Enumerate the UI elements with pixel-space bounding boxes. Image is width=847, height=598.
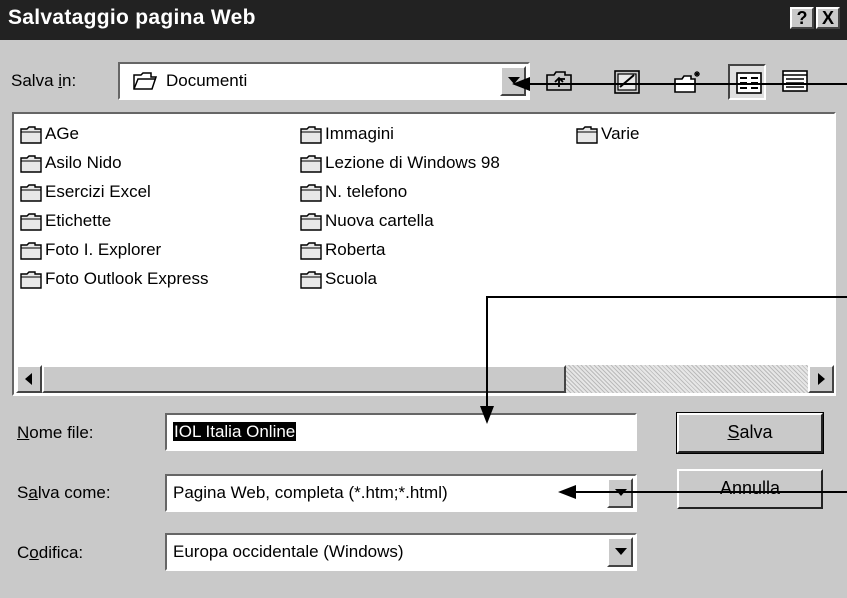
filename-label-accel: N	[17, 423, 30, 442]
horizontal-scrollbar[interactable]	[16, 365, 834, 393]
folder-name: Nuova cartella	[325, 211, 434, 230]
save-in-label: Salva in:	[11, 71, 76, 91]
save-button[interactable]: Salva	[676, 412, 824, 454]
file-list-items: AGe Asilo Nido Esercizi Excel Etichette Foto…	[14, 114, 836, 396]
save-in-value: Documenti	[166, 71, 248, 90]
filename-value: IOL Italia Online	[173, 422, 297, 441]
save-in-label-post: n:	[62, 71, 77, 90]
filename-label-post: ome file:	[29, 423, 94, 442]
close-button[interactable]: X	[816, 7, 840, 29]
details-view-button[interactable]	[776, 64, 814, 100]
folder-icon	[300, 155, 322, 173]
new-folder-icon	[674, 71, 700, 93]
folder-name: Asilo Nido	[45, 153, 122, 172]
save-button-label: alva	[739, 422, 773, 442]
save-in-label-pre: Salva	[11, 71, 59, 90]
folder-icon	[20, 213, 42, 231]
save-as-label-pre: S	[17, 483, 29, 502]
folder-name: Foto Outlook Express	[45, 269, 209, 288]
desktop-button[interactable]	[608, 64, 646, 100]
folder-name: Immagini	[325, 124, 394, 143]
up-one-level-icon	[546, 71, 572, 91]
new-folder-button[interactable]	[668, 64, 706, 100]
encoding-label-pre: C	[17, 543, 30, 562]
help-button[interactable]: ?	[790, 7, 814, 29]
folder-name: Lezione di Windows 98	[325, 153, 500, 172]
scroll-track[interactable]	[566, 365, 808, 393]
encoding-label-accel: o	[29, 543, 39, 562]
title-bar[interactable]: Salvataggio pagina Web ? X	[0, 0, 847, 40]
folder-icon	[20, 155, 42, 173]
folder-icon	[20, 242, 42, 260]
save-as-label-accel: a	[28, 483, 38, 502]
save-in-combo[interactable]: Documenti	[118, 62, 530, 100]
encoding-label-post: difica:	[38, 543, 84, 562]
encoding-value: Europa occidentale (Windows)	[173, 542, 404, 561]
details-view-icon	[782, 70, 808, 92]
scroll-right-button[interactable]	[808, 365, 834, 393]
folder-icon	[20, 271, 42, 289]
filename-input[interactable]: IOL Italia Online	[165, 413, 637, 451]
save-as-label: Salva come:	[17, 483, 111, 503]
folder-icon	[300, 242, 322, 260]
scroll-left-button[interactable]	[16, 365, 42, 393]
folder-name: Roberta	[325, 240, 386, 259]
cancel-button[interactable]: Annulla	[677, 469, 823, 509]
save-in-dropdown-arrow[interactable]	[500, 66, 526, 96]
save-as-value: Pagina Web, completa (*.htm;*.html)	[173, 483, 448, 502]
folder-icon	[300, 271, 322, 289]
folder-name: Esercizi Excel	[45, 182, 151, 201]
folder-icon	[20, 184, 42, 202]
folder-icon	[576, 126, 598, 144]
save-button-accel: S	[727, 422, 740, 442]
save-as-combo[interactable]: Pagina Web, completa (*.htm;*.html)	[165, 474, 637, 512]
folder-name: Varie	[601, 124, 640, 143]
save-as-dropdown-arrow[interactable]	[607, 478, 633, 508]
folder-open-icon	[133, 72, 158, 90]
arrow-right-icon	[818, 373, 825, 385]
folder-icon	[300, 184, 322, 202]
folder-name: N. telefono	[325, 182, 408, 201]
folder-name: Etichette	[45, 211, 112, 230]
save-as-label-post: lva come:	[37, 483, 111, 502]
filename-label: Nome file:	[17, 423, 94, 443]
encoding-label: Codifica:	[17, 543, 83, 563]
folder-icon	[300, 126, 322, 144]
folder-name: Foto I. Explorer	[45, 240, 162, 259]
list-view-button[interactable]	[728, 64, 766, 100]
desktop-icon	[614, 70, 640, 94]
scroll-thumb[interactable]	[42, 365, 566, 393]
folder-icon	[20, 126, 42, 144]
up-one-level-button[interactable]	[540, 64, 578, 100]
folder-name: AGe	[45, 124, 80, 143]
save-web-page-dialog: Salvataggio pagina Web ? X Salva in: Doc…	[0, 0, 847, 598]
folder-icon	[300, 213, 322, 231]
dialog-title: Salvataggio pagina Web	[8, 6, 256, 29]
list-view-icon	[736, 72, 762, 94]
encoding-combo[interactable]: Europa occidentale (Windows)	[165, 533, 637, 571]
arrow-left-icon	[25, 373, 32, 385]
encoding-dropdown-arrow[interactable]	[607, 537, 633, 567]
folder-name: Scuola	[325, 269, 377, 288]
